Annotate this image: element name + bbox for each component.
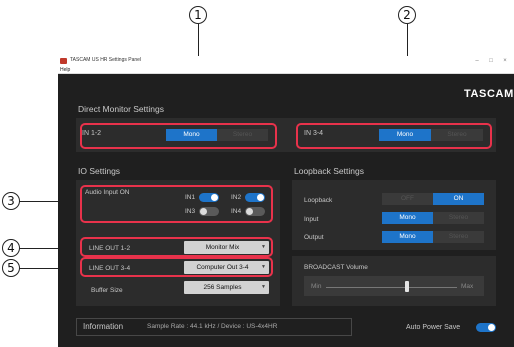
settings-panel-window: TASCAM US HR Settings Panel – □ × Help T… [58, 56, 514, 347]
information-details: Sample Rate : 44.1 kHz / Device : US-4x4… [147, 323, 278, 330]
loopback-heading: Loopback Settings [294, 166, 364, 176]
tascam-logo: TASCAM [464, 88, 514, 100]
loopback-output-mono-option[interactable]: Mono [382, 231, 433, 243]
window-title: TASCAM US HR Settings Panel [70, 57, 142, 63]
menu-help[interactable]: Help [60, 66, 70, 74]
information-label: Information [83, 322, 124, 331]
callout-5: 5 [2, 259, 20, 277]
loopback-input-stereo-option[interactable]: Stereo [433, 212, 484, 224]
loopback-off-option[interactable]: OFF [382, 193, 433, 205]
broadcast-slider-box [304, 276, 484, 296]
io-settings-heading: IO Settings [78, 166, 121, 176]
loopback-output-stereo-option[interactable]: Stereo [433, 231, 484, 243]
callout-1: 1 [189, 6, 207, 24]
broadcast-volume-label: BROADCAST Volume [304, 264, 368, 271]
callout-2: 2 [398, 6, 416, 24]
maximize-button[interactable]: □ [484, 56, 498, 66]
broadcast-slider-thumb[interactable] [405, 281, 410, 292]
auto-power-save-toggle[interactable] [476, 323, 496, 332]
loopback-output-segmented: Mono Stereo [382, 231, 484, 243]
chevron-down-icon: ▼ [261, 284, 266, 290]
buffer-size-label: Buffer Size [91, 287, 123, 294]
callout-3: 3 [2, 192, 20, 210]
title-bar: TASCAM US HR Settings Panel – □ × [58, 56, 514, 66]
loopback-label: Loopback [304, 197, 333, 204]
close-button[interactable]: × [498, 56, 512, 66]
direct-monitor-heading: Direct Monitor Settings [78, 104, 164, 114]
loopback-input-label: Input [304, 216, 319, 223]
highlight-line-out-34 [80, 257, 273, 277]
menu-bar: Help [58, 66, 514, 74]
loopback-on-option[interactable]: ON [433, 193, 484, 205]
buffer-size-value: 256 Samples [203, 284, 242, 291]
highlight-audio-input [80, 185, 273, 223]
buffer-size-dropdown[interactable]: 256 Samples ▼ [184, 281, 269, 294]
auto-power-save-label: Auto Power Save [406, 324, 461, 331]
callout-4: 4 [2, 239, 20, 257]
highlight-in12 [80, 123, 277, 149]
broadcast-min-label: Min [311, 283, 322, 290]
loopback-output-label: Output [304, 234, 324, 241]
app-icon [60, 58, 67, 64]
minimize-button[interactable]: – [470, 56, 484, 66]
loopback-segmented: OFF ON [382, 193, 484, 205]
loopback-input-mono-option[interactable]: Mono [382, 212, 433, 224]
highlight-in34 [296, 123, 492, 149]
broadcast-max-label: Max [461, 283, 474, 290]
information-bar: Information Sample Rate : 44.1 kHz / Dev… [76, 318, 352, 336]
highlight-line-out-12 [80, 237, 273, 257]
loopback-input-segmented: Mono Stereo [382, 212, 484, 224]
broadcast-slider-track[interactable] [326, 287, 457, 288]
